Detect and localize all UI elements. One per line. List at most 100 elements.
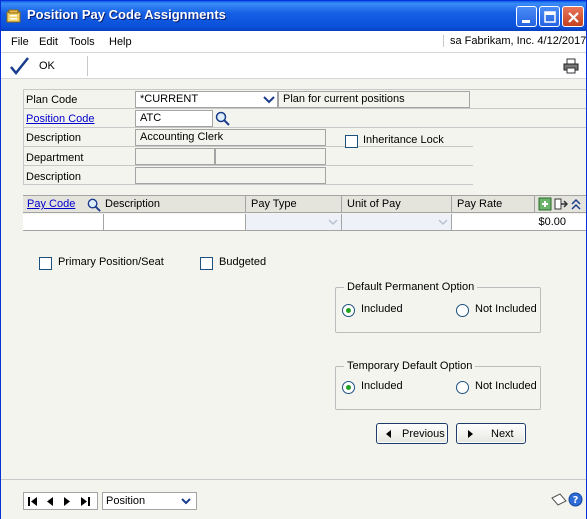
expand-rows-icon[interactable] <box>538 197 552 214</box>
pay-type-column-header: Pay Type <box>251 198 297 210</box>
chevron-down-icon[interactable] <box>261 92 277 107</box>
department-description-label: Description <box>26 171 82 183</box>
divider <box>245 196 246 213</box>
plan-description-field: Plan for current positions <box>278 91 470 108</box>
first-record-icon[interactable] <box>28 497 38 509</box>
arrow-right-icon <box>466 429 474 442</box>
plan-code-select[interactable]: *CURRENT <box>135 91 278 108</box>
minimize-button[interactable] <box>516 6 537 27</box>
chevron-down-icon <box>437 215 449 231</box>
divider <box>451 196 452 213</box>
menu-edit[interactable]: Edit <box>39 36 58 48</box>
pay-code-column-link[interactable]: Pay Code <box>27 198 75 210</box>
toolbar: OK <box>1 53 586 79</box>
department-name-field <box>215 148 326 165</box>
pay-type-select[interactable] <box>246 214 341 230</box>
previous-record-icon[interactable] <box>46 497 54 509</box>
magnifier-icon[interactable] <box>214 110 231 127</box>
last-record-icon[interactable] <box>80 497 90 509</box>
menu-bar: File Edit Tools Help sa Fabrikam, Inc. 4… <box>1 31 586 53</box>
inheritance-lock-label: Inheritance Lock <box>363 134 444 146</box>
browse-buttons <box>23 492 98 510</box>
chevron-down-icon <box>179 494 193 511</box>
svg-text:?: ? <box>573 495 579 506</box>
divider <box>23 89 586 90</box>
divider <box>534 196 535 213</box>
position-code-input[interactable]: ATC <box>135 110 213 127</box>
temporary-not-included-radio[interactable] <box>456 381 469 394</box>
arrow-left-icon <box>385 429 393 442</box>
sort-order-value: Position <box>106 495 146 507</box>
menu-file[interactable]: File <box>11 36 29 48</box>
primary-position-label: Primary Position/Seat <box>58 256 164 268</box>
previous-button[interactable]: Previous <box>376 423 448 444</box>
plan-code-value: *CURRENT <box>140 93 199 105</box>
insert-row-icon[interactable] <box>554 197 569 214</box>
department-field <box>135 148 215 165</box>
temporary-not-included-label: Not Included <box>475 380 537 392</box>
minimize-icon <box>522 20 530 23</box>
divider <box>341 196 342 213</box>
unit-of-pay-column-header: Unit of Pay <box>347 198 401 210</box>
position-code-value: ATC <box>140 112 162 124</box>
next-label: Next <box>491 428 514 440</box>
help-icon[interactable]: ? <box>568 492 583 510</box>
checkmark-icon[interactable] <box>9 56 31 79</box>
temporary-included-radio[interactable] <box>342 381 355 394</box>
close-icon <box>568 12 579 23</box>
printer-icon[interactable] <box>563 58 579 77</box>
divider <box>23 165 473 166</box>
title-bar[interactable]: Position Pay Code Assignments <box>1 1 586 31</box>
maximize-icon <box>544 11 556 23</box>
chevron-down-icon <box>327 215 339 231</box>
maximize-button[interactable] <box>539 6 560 27</box>
description-value: Accounting Clerk <box>140 131 224 143</box>
pay-rate-cell[interactable]: $0.00 <box>538 216 566 228</box>
description-column-header: Description <box>105 198 161 210</box>
budgeted-label: Budgeted <box>219 256 267 268</box>
pay-rate-column-header: Pay Rate <box>457 198 503 210</box>
menu-tools[interactable]: Tools <box>69 36 95 48</box>
company-info: sa Fabrikam, Inc. 4/12/2017 <box>443 35 586 47</box>
toolbar-separator <box>87 56 88 76</box>
ok-button[interactable]: OK <box>39 60 55 72</box>
temporary-included-label: Included <box>361 380 403 392</box>
grid-header: Pay Code Description Pay Type Unit of Pa… <box>23 195 586 213</box>
sort-order-select[interactable]: Position <box>102 492 197 510</box>
close-button[interactable] <box>562 6 584 27</box>
next-button[interactable]: Next <box>456 423 526 444</box>
unit-of-pay-select[interactable] <box>342 214 451 230</box>
temporary-default-option-title: Temporary Default Option <box>344 360 476 372</box>
default-permanent-option-title: Default Permanent Option <box>344 281 478 293</box>
department-description-field <box>135 167 326 184</box>
department-label: Department <box>26 152 84 164</box>
permanent-included-label: Included <box>361 303 403 315</box>
divider <box>23 108 586 109</box>
menu-help[interactable]: Help <box>109 36 132 48</box>
divider <box>23 184 473 185</box>
permanent-not-included-radio[interactable] <box>456 304 469 317</box>
note-icon[interactable] <box>550 493 568 510</box>
budgeted-checkbox[interactable] <box>200 257 213 270</box>
divider <box>23 146 473 147</box>
divider <box>451 214 452 230</box>
divider <box>23 89 24 185</box>
inheritance-lock-checkbox[interactable] <box>345 135 358 148</box>
window-title: Position Pay Code Assignments <box>27 7 226 22</box>
next-record-icon[interactable] <box>63 497 71 509</box>
collapse-icon[interactable] <box>570 197 582 214</box>
position-code-link[interactable]: Position Code <box>26 113 95 125</box>
description-field: Accounting Clerk <box>135 129 326 146</box>
permanent-not-included-label: Not Included <box>475 303 537 315</box>
primary-position-checkbox[interactable] <box>39 257 52 270</box>
permanent-included-radio[interactable] <box>342 304 355 317</box>
description-label: Description <box>26 132 82 144</box>
plan-description-value: Plan for current positions <box>283 93 405 105</box>
position-pay-code-window: Position Pay Code Assignments File Edit … <box>0 0 587 519</box>
table-row[interactable]: $0.00 <box>23 214 586 231</box>
previous-label: Previous <box>402 428 445 440</box>
form-content: Plan Code *CURRENT Plan for current posi… <box>1 79 586 479</box>
divider <box>103 214 104 230</box>
divider <box>23 127 586 128</box>
plan-code-label: Plan Code <box>26 94 78 106</box>
